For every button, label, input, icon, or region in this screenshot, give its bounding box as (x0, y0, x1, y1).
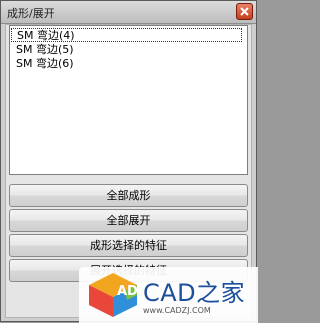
unform-all-label: 全部展开 (106, 214, 151, 227)
form-selected-button[interactable]: 成形选择的特征 (9, 234, 248, 257)
form-unform-dialog: 成形/展开 SM 弯边(4) SM 弯边(5) SM 弯边(6) 全部成形 全部… (0, 0, 258, 323)
title-bar[interactable]: 成形/展开 (1, 1, 256, 24)
list-item[interactable]: SM 弯边(5) (14, 43, 76, 57)
watermark-brand: CAD之家 (143, 279, 246, 307)
feature-listbox[interactable]: SM 弯边(4) SM 弯边(5) SM 弯边(6) (9, 25, 248, 175)
list-item[interactable]: SM 弯边(6) (14, 57, 76, 71)
list-item[interactable]: SM 弯边(4) (11, 28, 242, 42)
watermark-url: www.CADZJ.COM (143, 306, 211, 315)
close-button[interactable] (236, 3, 253, 20)
close-icon (240, 7, 249, 16)
form-all-label: 全部成形 (106, 189, 151, 202)
watermark: AD CAD之家 www.CADZJ.COM (79, 267, 258, 323)
form-selected-label: 成形选择的特征 (90, 239, 167, 252)
window-title: 成形/展开 (7, 7, 55, 20)
cadzj-logo-icon: AD (89, 273, 138, 317)
unform-all-button[interactable]: 全部展开 (9, 209, 248, 232)
svg-text:AD: AD (117, 284, 138, 299)
form-all-button[interactable]: 全部成形 (9, 184, 248, 207)
